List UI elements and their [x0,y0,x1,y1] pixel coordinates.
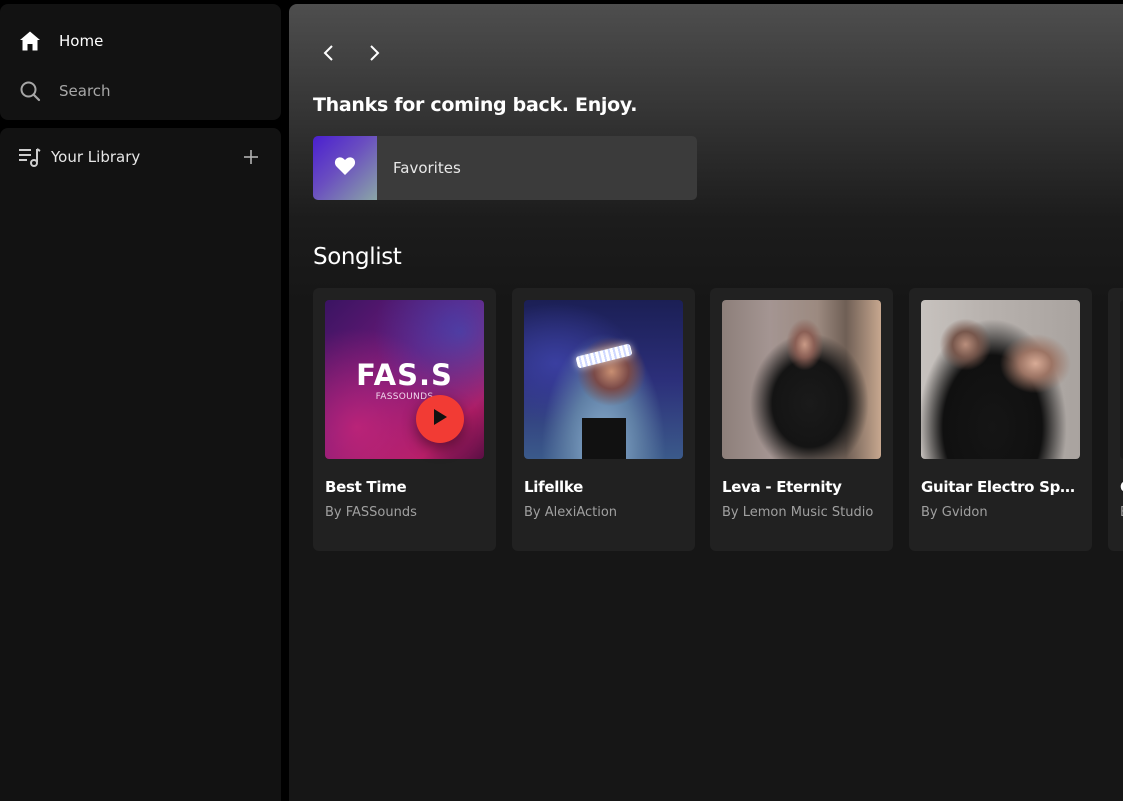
song-artwork [722,300,881,459]
song-artist: By AlexiAction [524,505,618,520]
song-card[interactable]: Leva - Eternity By Lemon Music Studio [710,288,893,551]
favorites-card[interactable]: Favorites [313,136,697,200]
song-title: Guitar Electro Sport Trailer [921,478,1080,496]
greeting-heading: Thanks for coming back. Enjoy. [313,94,638,116]
song-card[interactable]: Guitar Electro Sport Trailer By Gvidon [909,288,1092,551]
play-button[interactable] [416,395,464,443]
library-label: Your Library [51,148,141,166]
plus-icon[interactable] [241,147,261,167]
play-icon [432,408,448,430]
favorites-label: Favorites [393,159,461,177]
library-panel: Your Library [0,128,281,801]
artwork-detail [582,418,626,459]
song-card[interactable]: Lifellke By AlexiAction [512,288,695,551]
library-header[interactable]: Your Library [18,145,261,169]
song-artist: By Gvidon [921,505,988,520]
song-card[interactable]: G B [1108,288,1123,551]
home-icon [18,29,42,53]
nav-home-label: Home [59,32,104,50]
artwork-detail [575,343,633,369]
forward-arrow-icon[interactable] [363,42,385,64]
songlist: FAS.S FASSOUNDS Best Time By FASSounds L… [313,288,1123,551]
back-arrow-icon[interactable] [318,42,340,64]
song-artwork [524,300,683,459]
nav-search-label: Search [59,82,111,100]
app-root: Home Search Your Library Thanks for comi… [0,0,1123,801]
song-artist: By FASSounds [325,505,417,520]
nav-panel: Home Search [0,4,281,120]
favorites-art [313,136,377,200]
songlist-title: Songlist [313,244,402,270]
artwork-logo-text: FAS.S [356,358,453,392]
song-artwork: FAS.S FASSOUNDS [325,300,484,459]
nav-search[interactable]: Search [18,77,111,105]
search-icon [18,79,42,103]
song-title: Best Time [325,478,407,496]
artwork-logo-subtext: FASSOUNDS [375,392,434,402]
song-title: Lifellke [524,478,584,496]
library-icon [18,146,41,168]
song-artist: By Lemon Music Studio [722,505,874,520]
song-artwork [921,300,1080,459]
main-content: Thanks for coming back. Enjoy. Favorites… [289,4,1123,801]
heart-icon [334,156,356,180]
song-card[interactable]: FAS.S FASSOUNDS Best Time By FASSounds [313,288,496,551]
song-title: Leva - Eternity [722,478,842,496]
nav-home[interactable]: Home [18,27,103,55]
